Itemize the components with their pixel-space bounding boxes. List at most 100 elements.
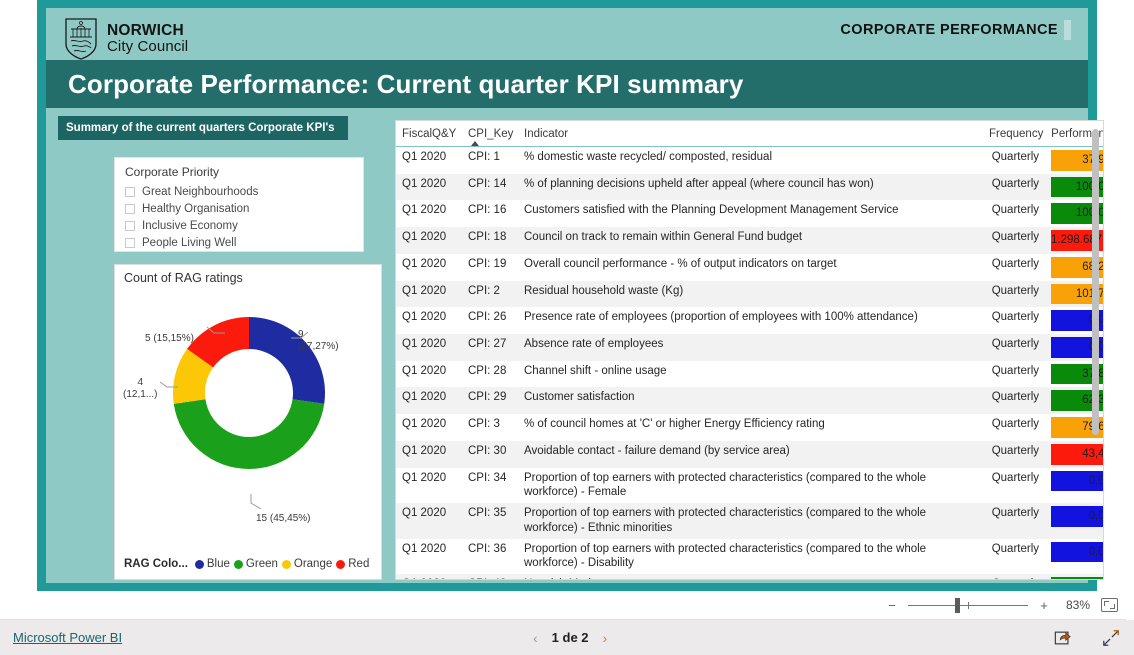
legend-item-blue[interactable]: Blue bbox=[194, 558, 230, 570]
slicer-item-healthy-organisation[interactable]: Healthy Organisation bbox=[125, 201, 258, 217]
fit-to-page-icon[interactable] bbox=[1101, 598, 1118, 612]
slicer-item-inclusive-economy[interactable]: Inclusive Economy bbox=[125, 218, 258, 234]
slicer-item-people-living-well[interactable]: People Living Well bbox=[125, 235, 258, 251]
donut-label-orange: 4 (12,1...) bbox=[123, 377, 158, 400]
cell-cpi-key: CPI: 35 bbox=[462, 503, 518, 539]
slicer-item-label: Inclusive Economy bbox=[142, 220, 238, 232]
zoom-slider-thumb[interactable] bbox=[955, 597, 960, 613]
column-header-cpi-key[interactable]: CPI_Key bbox=[462, 121, 518, 147]
cell-cpi-key: CPI: 18 bbox=[462, 227, 518, 254]
zoom-level-label: 83% bbox=[1065, 598, 1090, 612]
table-row[interactable]: Q1 2020 CPI: 2 Residual household waste (K… bbox=[396, 280, 1103, 308]
cell-fiscalqy: Q1 2020 bbox=[402, 471, 447, 484]
cell-frequency: Quarterly bbox=[991, 418, 1039, 431]
cell-cpi-key: CPI: 29 bbox=[462, 387, 518, 415]
page-title-band: Corporate Performance: Current quarter K… bbox=[46, 60, 1088, 108]
legend-item-red[interactable]: Red bbox=[336, 558, 369, 570]
checkbox-icon[interactable] bbox=[125, 221, 135, 231]
legend-label: Red bbox=[348, 558, 370, 570]
column-header-indicator[interactable]: Indicator bbox=[518, 121, 983, 147]
kpi-table-card[interactable]: FiscalQ&Y CPI_Key Indicator Frequency Pe… bbox=[395, 120, 1104, 580]
table-row[interactable]: Q1 2020 CPI: 34 Proportion of top earners … bbox=[396, 468, 1103, 503]
donut-label-green: 15 (45,45%) bbox=[256, 513, 311, 524]
cell-frequency: Quarterly bbox=[991, 471, 1039, 484]
cell-frequency: Quarterly bbox=[983, 227, 1045, 254]
table-row[interactable]: Q1 2020 CPI: 16 Customers satisfied with t… bbox=[396, 200, 1103, 227]
cell-fiscalqy: Q1 2020 bbox=[402, 311, 447, 324]
fullscreen-icon[interactable] bbox=[1102, 629, 1120, 647]
legend-item-green[interactable]: Green bbox=[233, 558, 278, 570]
table-row[interactable]: Q1 2020 CPI: 1 % domestic waste recycled/ … bbox=[396, 147, 1103, 174]
table-row[interactable]: Q1 2020CPI: 43Norwich Market occupancy r… bbox=[396, 573, 1103, 579]
footer-action-icons bbox=[1054, 629, 1120, 647]
cell-cpi-key: CPI: 27 bbox=[462, 334, 518, 361]
table-row[interactable]: Q1 2020 CPI: 29 Customer satisfaction Quart… bbox=[396, 387, 1103, 415]
cell-fiscalqy: Q1 2020 bbox=[402, 542, 447, 555]
table-row[interactable]: Q1 2020 CPI: 28 Channel shift - online usa… bbox=[396, 361, 1103, 388]
next-page-icon[interactable]: › bbox=[603, 630, 608, 646]
cell-fiscalqy: Q1 2020 bbox=[396, 573, 462, 579]
table-row[interactable]: Q1 2020 CPI: 18 Council on track to remain… bbox=[396, 227, 1103, 254]
cell-fiscalqy: Q1 2020 bbox=[402, 364, 447, 377]
checkbox-icon[interactable] bbox=[125, 187, 135, 197]
cell-cpi-key: CPI: 19 bbox=[468, 257, 507, 270]
previous-page-icon[interactable]: ‹ bbox=[533, 630, 538, 646]
cell-indicator: % domestic waste recycled/ composted, re… bbox=[524, 151, 772, 163]
cell-indicator: Proportion of top earners with protected… bbox=[524, 471, 927, 499]
table-row[interactable]: Q1 2020 CPI: 19 Overall council performanc… bbox=[396, 254, 1103, 281]
cell-indicator: Proportion of top earners with protected… bbox=[518, 503, 983, 539]
cell-frequency: Quarterly bbox=[991, 151, 1039, 163]
cell-frequency: Quarterly bbox=[991, 364, 1039, 377]
cell-fiscalqy: Q1 2020 bbox=[402, 151, 447, 163]
zoom-out-button[interactable]: − bbox=[887, 598, 897, 613]
report-canvas: NORWICH City Council CORPORATE PERFORMAN… bbox=[37, 0, 1104, 591]
summary-strip-label: Summary of the current quarters Corporat… bbox=[66, 122, 335, 134]
cell-cpi-key: CPI: 14 bbox=[462, 173, 518, 201]
table-row[interactable]: Q1 2020 CPI: 27 Absence rate of employees Q… bbox=[396, 334, 1103, 361]
table-row[interactable]: Q1 2020 CPI: 30 Avoidable contact - failur… bbox=[396, 440, 1103, 468]
table-scrollbar-thumb[interactable] bbox=[1092, 129, 1099, 435]
corporate-priority-slicer[interactable]: Corporate Priority Great Neighbourhoods … bbox=[114, 157, 364, 252]
donut-leader-lines bbox=[159, 326, 309, 510]
viewer-footer: Microsoft Power BI ‹ 1 de 2 › bbox=[0, 620, 1134, 655]
zoom-in-button[interactable]: + bbox=[1039, 598, 1049, 613]
cell-frequency: Quarterly bbox=[991, 311, 1039, 324]
slicer-title: Corporate Priority bbox=[125, 165, 220, 179]
rag-ratings-donut-card[interactable]: Count of RAG ratings 9 (27,27%) 5 (15,15… bbox=[114, 264, 382, 580]
checkbox-icon[interactable] bbox=[125, 238, 135, 248]
table-row[interactable]: Q1 2020 CPI: 14% of planning decisions up… bbox=[396, 173, 1103, 201]
cell-frequency: Quarterly bbox=[991, 204, 1039, 217]
left-column: Summary of the current quarters Corporat… bbox=[58, 116, 348, 140]
legend-item-orange[interactable]: Orange bbox=[281, 558, 332, 570]
slicer-item-great-neighbourhoods[interactable]: Great Neighbourhoods bbox=[125, 184, 258, 200]
legend-swatch-red-icon bbox=[336, 559, 346, 569]
cell-cpi-key: CPI: 16 bbox=[468, 204, 507, 217]
corporate-performance-label: CORPORATE PERFORMANCE bbox=[840, 22, 1058, 38]
donut-label-red: 5 (15,15%) bbox=[145, 333, 194, 344]
cell-fiscalqy: Q1 2020 bbox=[396, 280, 462, 308]
performance-rag-value: 98,40 bbox=[1051, 576, 1103, 579]
zoom-slider[interactable] bbox=[908, 597, 1028, 613]
cell-indicator: Residual household waste (Kg) bbox=[518, 280, 983, 308]
table-row[interactable]: Q1 2020 CPI: 36 Proportion of top earners … bbox=[396, 539, 1103, 574]
share-icon[interactable] bbox=[1054, 629, 1072, 647]
zoom-slider-tick bbox=[968, 601, 969, 609]
cell-cpi-key: CPI: 43 bbox=[462, 573, 518, 579]
table-row[interactable]: Q1 2020 CPI: 35 Proportion of top earners … bbox=[396, 503, 1103, 539]
checkbox-icon[interactable] bbox=[125, 204, 135, 214]
table-row[interactable]: Q1 2020 CPI: 3 % of council homes at 'C' o… bbox=[396, 414, 1103, 441]
cell-cpi-key: CPI: 34 bbox=[468, 471, 507, 484]
cell-cpi-key: CPI: 28 bbox=[468, 364, 507, 377]
table-vertical-scrollbar[interactable] bbox=[1092, 129, 1099, 573]
column-header-frequency[interactable]: Frequency bbox=[983, 121, 1045, 147]
table-row[interactable]: Q1 2020 CPI: 26 Presence rate of employees… bbox=[396, 307, 1103, 334]
page-title: Corporate Performance: Current quarter K… bbox=[68, 69, 744, 99]
microsoft-power-bi-link[interactable]: Microsoft Power BI bbox=[13, 630, 122, 645]
cell-indicator: Presence rate of employees (proportion o… bbox=[524, 311, 918, 324]
donut-label-blue: 9 (27,27%) bbox=[298, 329, 339, 352]
cell-indicator: % of planning decisions upheld after app… bbox=[518, 173, 983, 201]
column-header-fiscalqy[interactable]: FiscalQ&Y bbox=[396, 121, 462, 147]
cell-indicator: Overall council performance - % of outpu… bbox=[524, 257, 837, 270]
page-indicator: 1 de 2 bbox=[551, 630, 589, 645]
cell-cpi-key: CPI: 36 bbox=[468, 542, 507, 555]
